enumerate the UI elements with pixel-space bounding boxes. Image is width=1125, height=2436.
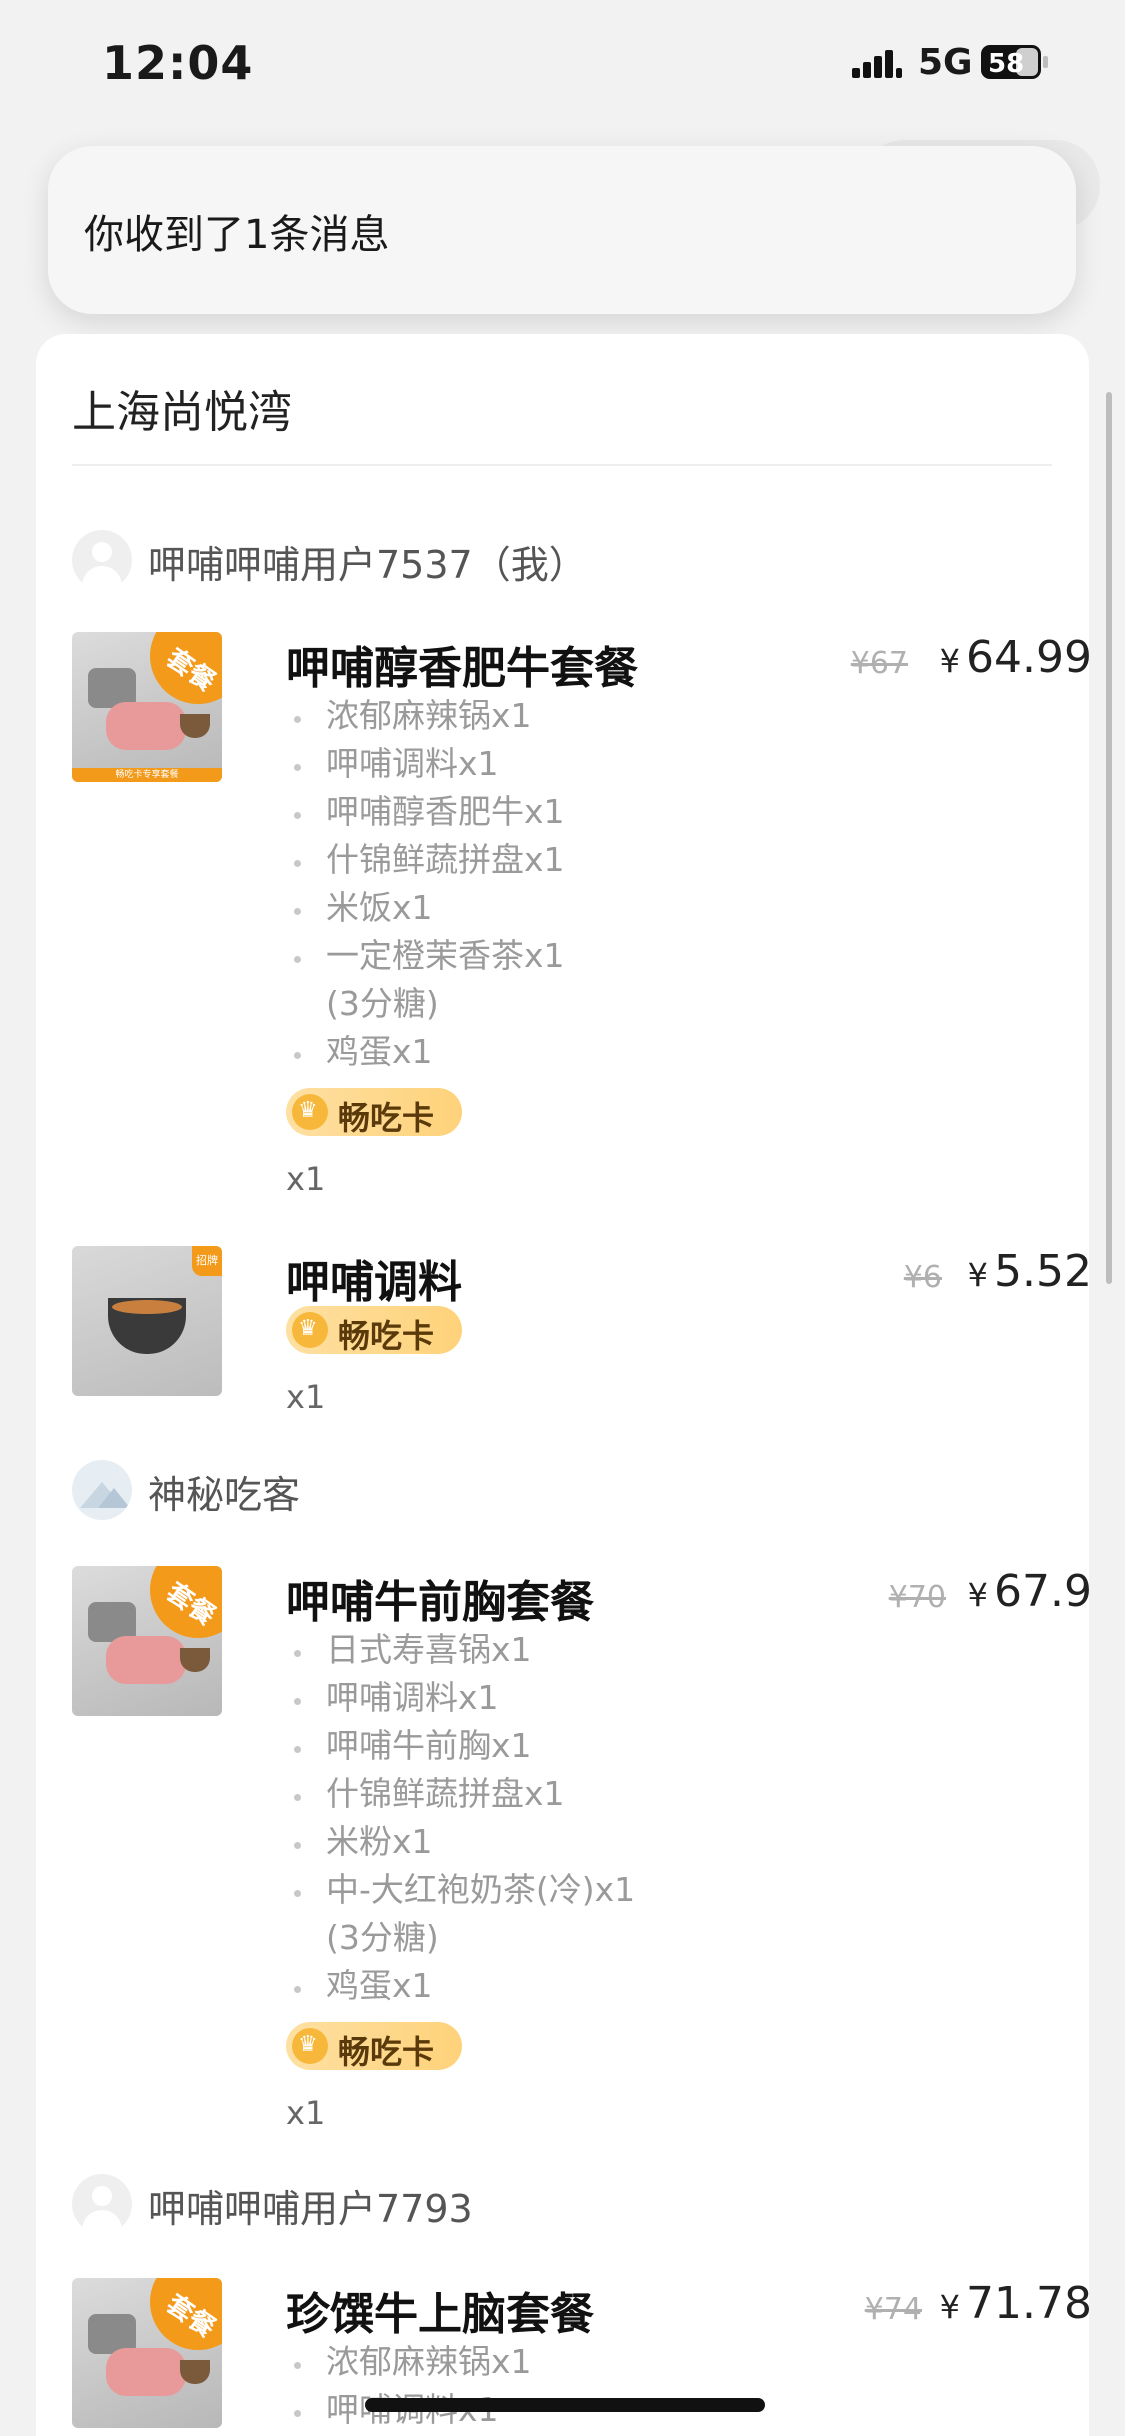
item-quantity: x1 (286, 2094, 326, 2132)
item-price: ¥67.9 (967, 1566, 1092, 1617)
component-item: 日式寿喜锅x1 (286, 1626, 635, 1674)
page: 12:04 5G 58 你收到了1条消息 上海尚悦湾 呷哺呷哺用户7537（我） (0, 0, 1125, 2436)
user-name: 呷哺呷哺用户7537（我） (148, 543, 587, 587)
battery-level: 58 (988, 49, 1024, 79)
item-components: 日式寿喜锅x1 呷哺调料x1 呷哺牛前胸x1 什锦鲜蔬拼盘x1 米粉x1 中-大… (286, 1626, 635, 2010)
item-original-price: ¥67 (850, 646, 908, 681)
order-item[interactable]: 招牌 呷哺调料 ¥6 ¥5.52 ♛ 畅吃卡 x1 (72, 1246, 1092, 1426)
status-time: 12:04 (102, 36, 254, 90)
item-components: 浓郁麻辣锅x1 呷哺调料x1 呷哺醇香肥牛x1 什锦鲜蔬拼盘x1 米饭x1 一定… (286, 692, 565, 1076)
item-original-price: ¥74 (864, 2292, 922, 2327)
currency-symbol: ¥ (939, 2288, 961, 2326)
crown-icon: ♛ (292, 1312, 328, 1348)
order-item[interactable]: 套餐 珍馔牛上脑套餐 ¥74 ¥71.78 浓郁麻辣锅x1 呷哺调料x1 (72, 2278, 1092, 2436)
item-title: 珍馔牛上脑套餐 (286, 2289, 594, 2340)
component-item: 呷哺牛前胸x1 (286, 1722, 635, 1770)
avatar (72, 2174, 132, 2234)
component-item: 鸡蛋x1 (286, 1962, 635, 2010)
changchi-card-badge: ♛ 畅吃卡 (286, 1306, 462, 1355)
avatar (72, 1460, 132, 1520)
currency-symbol: ¥ (939, 642, 961, 680)
item-title: 呷哺醇香肥牛套餐 (286, 643, 638, 694)
component-item: 什锦鲜蔬拼盘x1 (286, 836, 565, 884)
notification-message: 你收到了1条消息 (84, 212, 390, 258)
scrollbar[interactable] (1106, 392, 1112, 1284)
order-item[interactable]: 套餐 畅吃卡专享套餐 呷哺醇香肥牛套餐 ¥67 ¥64.99 浓郁麻辣锅x1 呷… (72, 632, 1092, 1198)
thumb-strip-label: 畅吃卡专享套餐 (72, 768, 222, 782)
currency-symbol: ¥ (967, 1576, 989, 1614)
home-indicator[interactable] (365, 2398, 765, 2412)
component-note: (3分糖) (326, 984, 439, 1023)
item-components: 浓郁麻辣锅x1 呷哺调料x1 (286, 2338, 532, 2434)
status-bar: 12:04 5G 58 (0, 0, 1125, 130)
notification-banner[interactable]: 你收到了1条消息 (48, 146, 1076, 314)
avatar (72, 530, 132, 590)
crown-icon: ♛ (292, 1094, 328, 1130)
component-item: 呷哺醇香肥牛x1 (286, 788, 565, 836)
battery-icon: 58 (981, 45, 1048, 79)
component-item: 呷哺调料x1 (286, 1674, 635, 1722)
component-note: (3分糖) (326, 1918, 439, 1957)
item-original-price: ¥6 (903, 1260, 942, 1295)
component-item: 米粉x1 (286, 1818, 635, 1866)
item-thumbnail: 套餐 (72, 2278, 222, 2428)
crown-icon: ♛ (292, 2028, 328, 2064)
item-thumbnail: 招牌 (72, 1246, 222, 1396)
divider (72, 464, 1052, 466)
item-quantity: x1 (286, 1378, 326, 1416)
item-price: ¥64.99 (939, 632, 1092, 683)
user-name: 呷哺呷哺用户7793 (148, 2187, 473, 2231)
order-item[interactable]: 套餐 呷哺牛前胸套餐 ¥70 ¥67.9 日式寿喜锅x1 呷哺调料x1 呷哺牛前… (72, 1566, 1092, 2132)
changchi-card-badge: ♛ 畅吃卡 (286, 2022, 462, 2071)
item-title: 呷哺调料 (286, 1257, 462, 1308)
signal-bars-icon (852, 50, 902, 78)
component-item: 浓郁麻辣锅x1 (286, 692, 565, 740)
component-item: 米饭x1 (286, 884, 565, 932)
item-thumbnail: 套餐 (72, 1566, 222, 1716)
item-price: ¥71.78 (939, 2278, 1092, 2329)
component-item: 什锦鲜蔬拼盘x1 (286, 1770, 635, 1818)
component-item: 浓郁麻辣锅x1 (286, 2338, 532, 2386)
item-thumbnail: 套餐 畅吃卡专享套餐 (72, 632, 222, 782)
component-item: 呷哺调料x1 (286, 740, 565, 788)
store-name: 上海尚悦湾 (72, 387, 292, 438)
changchi-card-badge: ♛ 畅吃卡 (286, 1088, 462, 1137)
order-card: 上海尚悦湾 呷哺呷哺用户7537（我） 套餐 畅吃卡专享套餐 呷哺醇香肥牛套餐 … (36, 334, 1092, 2436)
component-item: 一定橙茉香茶x1 (286, 932, 565, 980)
item-price: ¥5.52 (967, 1246, 1092, 1297)
user-name: 神秘吃客 (148, 1473, 301, 1517)
component-item: 鸡蛋x1 (286, 1028, 565, 1076)
item-quantity: x1 (286, 1160, 326, 1198)
component-item: 中-大红袍奶茶(冷)x1 (286, 1866, 635, 1914)
item-title: 呷哺牛前胸套餐 (286, 1577, 594, 1628)
network-type: 5G (918, 42, 973, 83)
item-original-price: ¥70 (888, 1580, 946, 1615)
thumb-corner-label: 招牌 (192, 1246, 222, 1276)
currency-symbol: ¥ (967, 1256, 989, 1294)
